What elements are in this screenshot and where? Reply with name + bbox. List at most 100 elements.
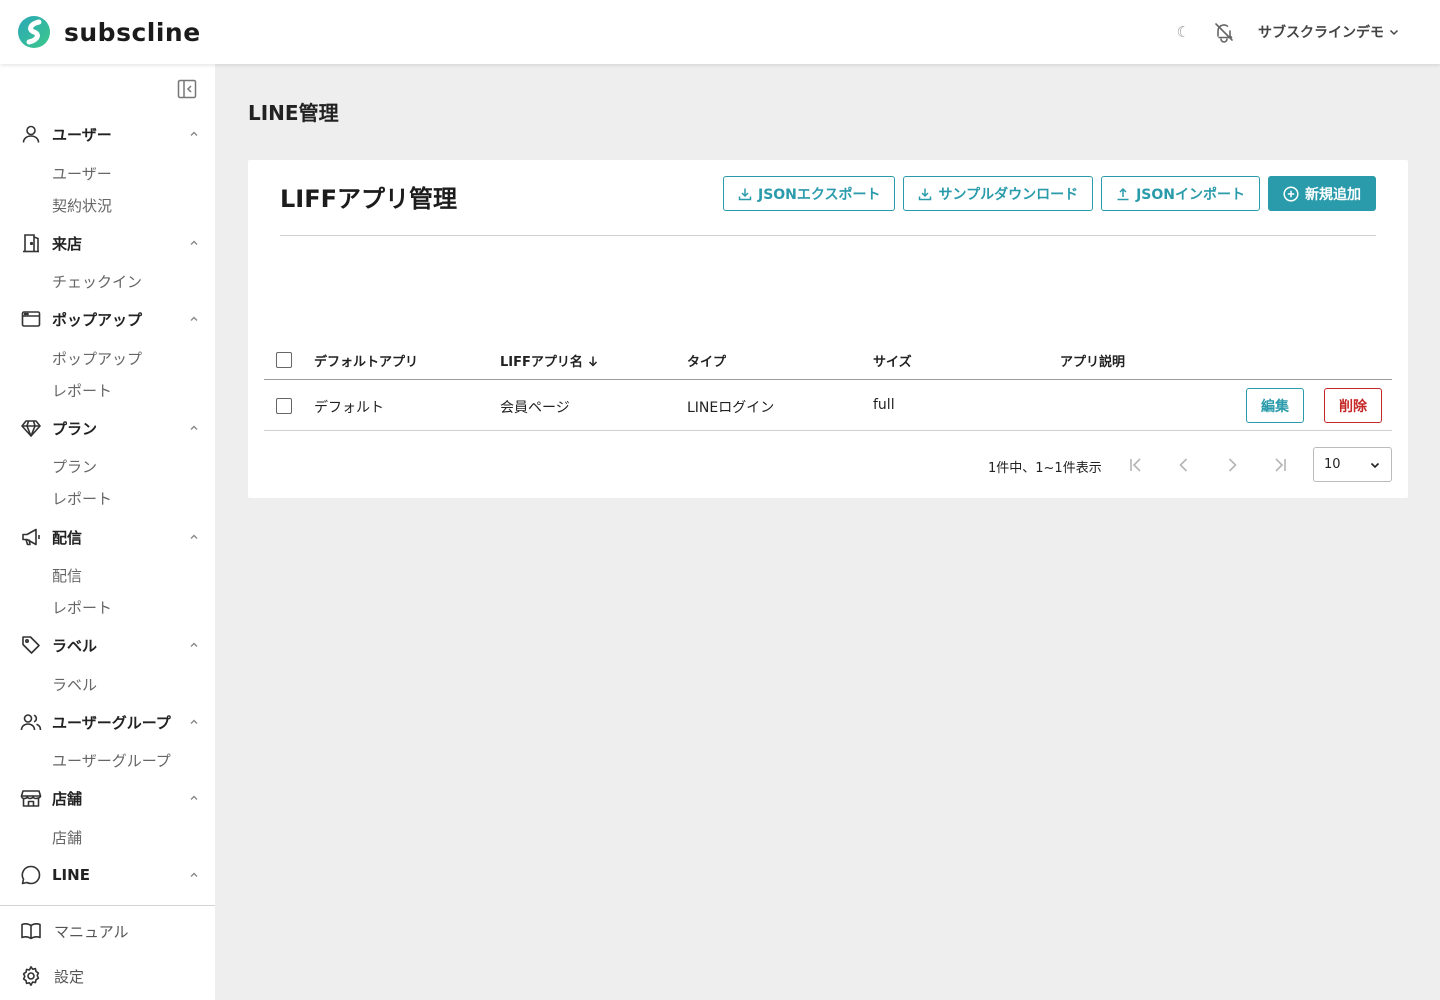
door-icon	[23, 234, 39, 253]
sidebar-group-plan[interactable]: プラン	[20, 416, 200, 440]
window-icon	[21, 311, 41, 327]
cell-default: デフォルト	[314, 400, 384, 416]
book-icon	[21, 923, 41, 940]
first-page-icon[interactable]	[1124, 453, 1148, 477]
sidebar-group-user-group[interactable]: ユーザーグループ	[20, 710, 200, 734]
table-row: デフォルト 会員ページ LINEログイン full 編集 削除	[264, 381, 1392, 431]
card-divider	[280, 235, 1376, 236]
select-all-checkbox[interactable]	[276, 352, 292, 368]
sidebar-item-plan-report[interactable]: レポート	[52, 488, 112, 509]
sidebar-item-delivery[interactable]: 配信	[52, 565, 82, 586]
sidebar-group-delivery[interactable]: 配信	[20, 525, 200, 549]
sidebar-item-checkin[interactable]: チェックイン	[52, 271, 142, 292]
org-switcher[interactable]: サブスクラインデモ	[1258, 22, 1400, 42]
json-export-button[interactable]: JSONエクスポート	[722, 176, 896, 211]
sidebar-group-label: ユーザー	[52, 125, 112, 144]
page-size-value: 10	[1324, 457, 1341, 472]
button-label: サンプルダウンロード	[938, 186, 1079, 203]
toolbar: JSONエクスポート サンプルダウンロード JSONインポート 新規追加	[722, 176, 1376, 211]
sidebar-item-plan[interactable]: プラン	[52, 456, 97, 477]
edit-button[interactable]: 編集	[1246, 388, 1304, 423]
cell-name: 会員ページ	[500, 400, 570, 416]
app-logo[interactable]: subscline	[16, 15, 201, 49]
megaphone-icon	[22, 528, 40, 546]
sidebar-item-label: マニュアル	[54, 922, 129, 941]
tag-icon	[22, 636, 40, 654]
column-header-description[interactable]: アプリ説明	[1060, 351, 1125, 370]
sidebar-item-delivery-report[interactable]: レポート	[52, 597, 112, 618]
sidebar-item-settings[interactable]: 設定	[20, 965, 84, 987]
liff-app-card: LIFFアプリ管理 JSONエクスポート サンプルダウンロード JSONインポー…	[248, 160, 1408, 498]
chevron-up-icon	[190, 534, 198, 539]
column-header-type[interactable]: タイプ	[687, 351, 726, 370]
sidebar-item-user-group[interactable]: ユーザーグループ	[52, 750, 171, 771]
sidebar-item-label[interactable]: ラベル	[52, 674, 97, 695]
chevron-up-icon	[190, 719, 198, 724]
chevron-up-icon	[190, 425, 198, 430]
column-header-name[interactable]: LIFFアプリ名	[500, 351, 599, 370]
notification-off-icon[interactable]	[1212, 20, 1236, 44]
cell-type: LINEログイン	[687, 400, 775, 416]
arrow-down-icon	[588, 356, 597, 367]
sidebar-group-label: ユーザーグループ	[52, 713, 171, 732]
chevron-up-icon	[190, 316, 198, 321]
logo-mark-icon	[18, 16, 50, 48]
next-page-icon[interactable]	[1220, 453, 1244, 477]
add-new-button[interactable]: 新規追加	[1268, 176, 1376, 211]
sidebar-group-label: 来店	[52, 234, 83, 253]
chevron-up-icon	[190, 642, 198, 647]
sidebar-group-label: ラベル	[52, 636, 98, 655]
json-import-button[interactable]: JSONインポート	[1101, 176, 1260, 211]
sample-download-button[interactable]: サンプルダウンロード	[903, 176, 1094, 211]
chevron-up-icon	[190, 872, 198, 877]
sidebar-group-label: LINE	[52, 866, 90, 884]
sidebar-divider	[0, 905, 215, 906]
sidebar-nav: ユーザー ユーザー 契約状況 来店 チェックイン ポップアップ ポップアップ レ…	[0, 64, 215, 905]
sidebar-item-popup[interactable]: ポップアップ	[52, 348, 142, 369]
sidebar-group-label: 店舗	[52, 789, 83, 808]
user-icon	[22, 125, 40, 143]
sidebar-item-label: 設定	[54, 967, 85, 986]
sidebar-group-label: プラン	[52, 419, 98, 438]
button-label: JSONインポート	[1136, 186, 1245, 203]
last-page-icon[interactable]	[1268, 453, 1292, 477]
upload-icon	[1117, 187, 1129, 200]
sidebar-item-popup-report[interactable]: レポート	[52, 380, 112, 401]
chat-bubble-icon	[21, 865, 41, 885]
sidebar-item-store[interactable]: 店舗	[52, 827, 82, 848]
users-icon	[20, 714, 42, 731]
column-header-default[interactable]: デフォルトアプリ	[314, 351, 418, 370]
app-name: subscline	[64, 17, 201, 47]
download-icon	[919, 188, 932, 200]
cell-size: full	[873, 397, 895, 413]
store-icon	[20, 790, 42, 807]
chevron-up-icon	[190, 131, 198, 136]
column-header-label: LIFFアプリ名	[500, 355, 583, 370]
sidebar: ユーザー ユーザー 契約状況 来店 チェックイン ポップアップ ポップアップ レ…	[0, 64, 215, 1000]
card-title: LIFFアプリ管理	[280, 185, 458, 213]
sidebar-group-users[interactable]: ユーザー	[20, 122, 200, 146]
page-size-select[interactable]: 10	[1313, 447, 1392, 482]
plus-circle-icon	[1283, 185, 1299, 202]
chevron-down-icon	[1370, 462, 1380, 468]
sidebar-group-label[interactable]: ラベル	[20, 633, 200, 657]
button-label: 新規追加	[1305, 186, 1361, 203]
sidebar-group-line[interactable]: LINE	[20, 863, 200, 887]
button-label: JSONエクスポート	[757, 186, 881, 203]
dark-mode-toggle-icon[interactable]: ☾	[1177, 23, 1190, 41]
sidebar-item-manual[interactable]: マニュアル	[20, 920, 129, 942]
row-checkbox[interactable]	[276, 398, 292, 414]
sidebar-group-popup[interactable]: ポップアップ	[20, 307, 200, 331]
app-header: subscline ☾ サブスクラインデモ	[0, 0, 1440, 64]
delete-button[interactable]: 削除	[1324, 388, 1382, 423]
previous-page-icon[interactable]	[1172, 453, 1196, 477]
sidebar-group-store[interactable]: 店舗	[20, 786, 200, 810]
pagination: 1件中、1~1件表示 10	[248, 447, 1408, 482]
sidebar-item-contract-status[interactable]: 契約状況	[52, 195, 112, 216]
column-header-size[interactable]: サイズ	[873, 351, 912, 370]
sidebar-group-label: 配信	[52, 528, 83, 547]
download-icon	[738, 188, 752, 200]
diamond-icon	[21, 420, 41, 437]
sidebar-group-visit[interactable]: 来店	[20, 231, 200, 255]
sidebar-item-users[interactable]: ユーザー	[52, 163, 112, 184]
